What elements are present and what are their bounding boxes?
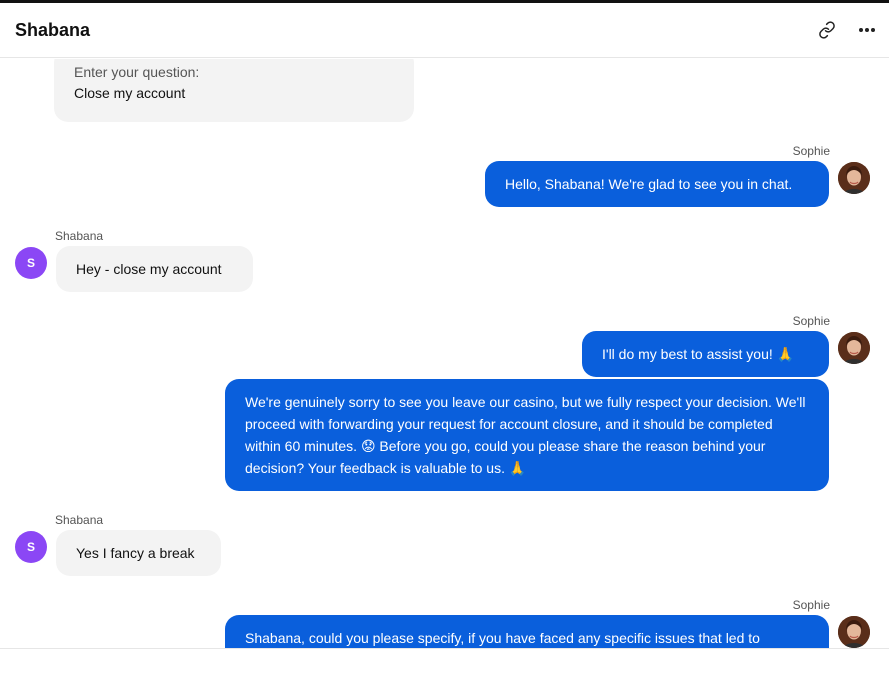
user-name: Shabana	[55, 513, 104, 527]
message-text: I'll do my best to assist you! 🙏	[602, 346, 795, 362]
user-message: Hey - close my account	[56, 246, 253, 292]
agent-photo-icon	[838, 162, 870, 194]
message-text: Hello, Shabana! We're glad to see you in…	[505, 176, 793, 192]
message-text: Shabana, could you please specify, if yo…	[245, 630, 760, 646]
composer-area	[0, 648, 889, 675]
question-label: Enter your question:	[74, 64, 200, 80]
chat-header: Shabana	[0, 3, 889, 58]
question-value: Close my account	[74, 85, 186, 101]
more-options-button[interactable]	[854, 17, 880, 43]
agent-message: Hello, Shabana! We're glad to see you in…	[485, 161, 829, 207]
chat-title: Shabana	[15, 20, 91, 40]
message-list[interactable]: Enter your question: Close my account So…	[0, 59, 889, 648]
link-icon	[819, 21, 835, 39]
agent-name: Sophie	[792, 144, 830, 158]
agent-avatar	[838, 332, 870, 364]
agent-avatar	[838, 616, 870, 648]
agent-photo-icon	[838, 616, 870, 648]
message-text: Hey - close my account	[76, 261, 222, 277]
agent-avatar	[838, 162, 870, 194]
agent-name: Sophie	[792, 314, 830, 328]
agent-message: We're genuinely sorry to see you leave o…	[225, 379, 829, 491]
agent-message: Shabana, could you please specify, if yo…	[225, 615, 829, 648]
user-avatar: S	[15, 247, 47, 279]
user-name: Shabana	[55, 229, 104, 243]
more-dots-icon	[859, 28, 875, 32]
user-message: Yes I fancy a break	[56, 530, 221, 576]
agent-photo-icon	[838, 332, 870, 364]
message-text: We're genuinely sorry to see you leave o…	[245, 394, 810, 476]
agent-message: I'll do my best to assist you! 🙏	[582, 331, 829, 377]
question-form-card: Enter your question: Close my account	[54, 59, 414, 122]
message-text: Yes I fancy a break	[76, 545, 195, 561]
agent-name: Sophie	[792, 598, 830, 612]
link-button[interactable]	[814, 17, 840, 43]
user-avatar: S	[15, 531, 47, 563]
